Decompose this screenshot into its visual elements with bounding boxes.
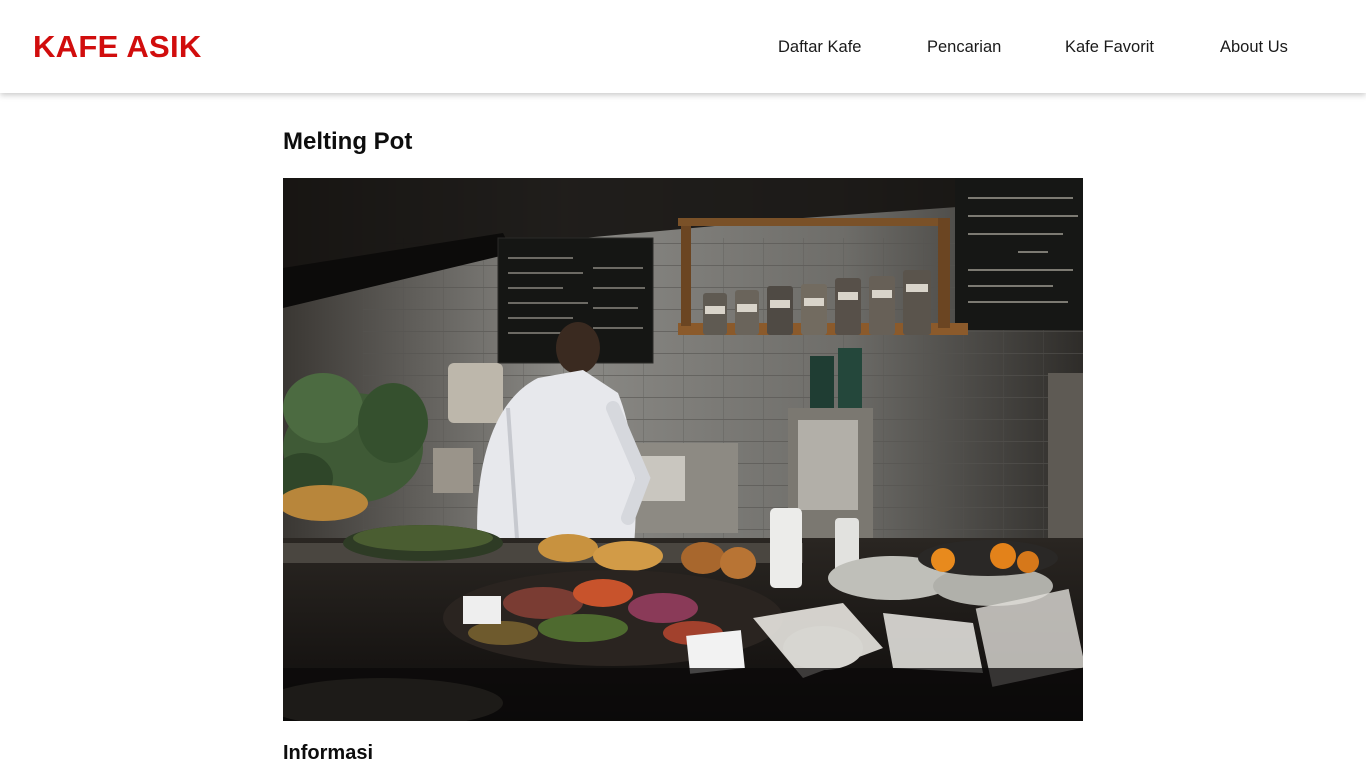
cafe-photo-illustration: [283, 178, 1083, 721]
info-heading: Informasi: [283, 742, 374, 764]
nav-pencarian[interactable]: Pencarian: [927, 36, 1001, 58]
nav-daftar-kafe[interactable]: Daftar Kafe: [778, 36, 861, 58]
brand-logo[interactable]: KAFE ASIK: [33, 27, 202, 67]
nav-kafe-favorit[interactable]: Kafe Favorit: [1065, 36, 1154, 58]
restaurant-title: Melting Pot: [283, 128, 413, 155]
restaurant-image: [283, 178, 1083, 721]
nav-about-us[interactable]: About Us: [1220, 36, 1288, 58]
navbar: KAFE ASIK Daftar Kafe Pencarian Kafe Fav…: [0, 0, 1366, 93]
